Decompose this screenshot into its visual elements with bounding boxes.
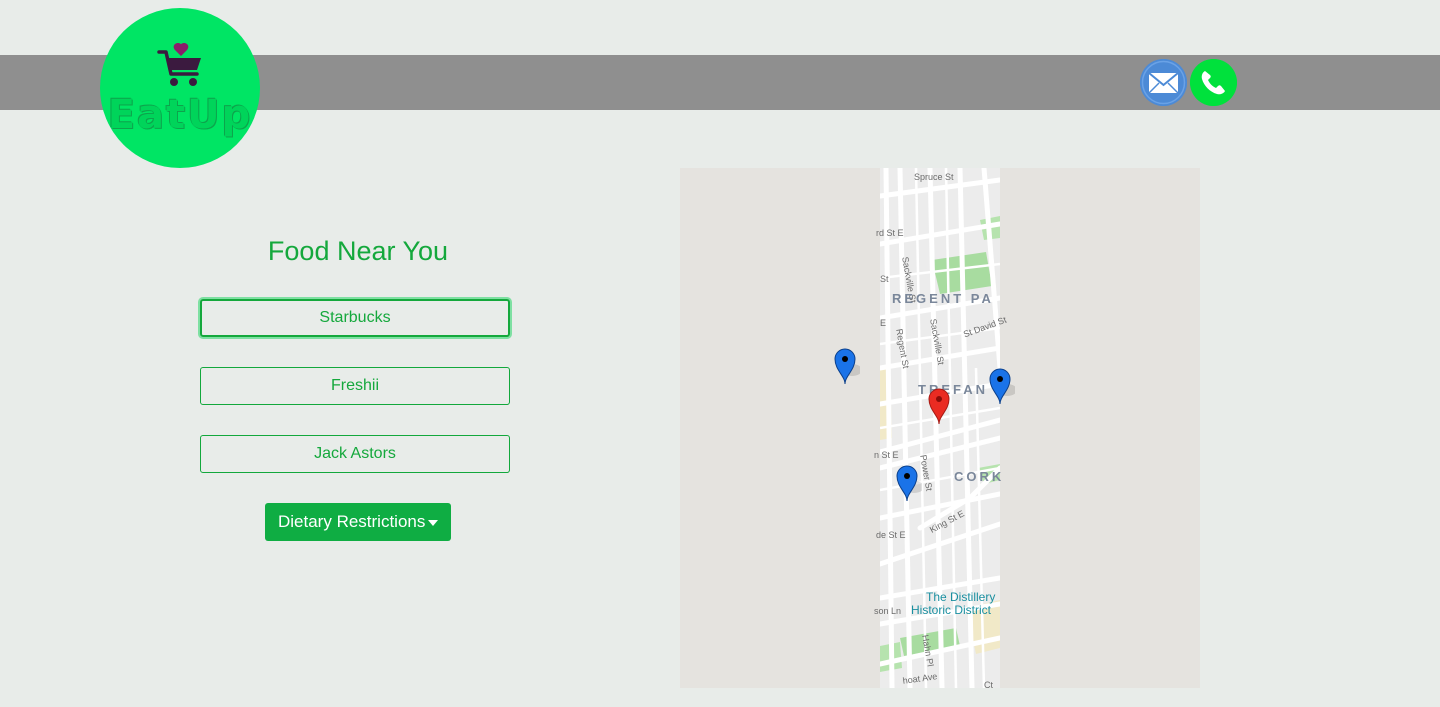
dietary-restrictions-dropdown[interactable]: Dietary Restrictions (265, 503, 451, 541)
phone-icon[interactable] (1190, 59, 1237, 106)
district-label: REGENT PA (892, 291, 994, 306)
page-title: Food Near You (267, 236, 449, 266)
place-button-freshii[interactable]: Freshii (200, 367, 510, 405)
street-label: rd St E (876, 228, 904, 238)
street-label: n St E (874, 450, 899, 460)
mail-icon[interactable] (1140, 59, 1187, 106)
marker-blue-2[interactable] (987, 366, 1015, 406)
eatup-logo[interactable]: EatUp (100, 8, 260, 168)
shopping-cart-heart-icon (157, 42, 201, 86)
street-label: Ct (984, 680, 993, 688)
marker-red-current[interactable] (926, 386, 954, 426)
dietary-restrictions-label: Dietary Restrictions (278, 512, 426, 531)
logo-text: EatUp (107, 92, 253, 138)
map-tiles: Spruce St rd St E Sackville St St E Rege… (874, 168, 1008, 688)
street-label: E (880, 318, 887, 328)
map-view[interactable]: Spruce St rd St E Sackville St St E Rege… (680, 168, 1200, 688)
district-label: CORK (954, 469, 1005, 484)
place-button-jack-astors[interactable]: Jack Astors (200, 435, 510, 473)
marker-blue-3[interactable] (894, 463, 922, 503)
street-label: Spruce St (914, 172, 954, 182)
poi-label: Historic District (911, 603, 991, 617)
marker-blue-1[interactable] (832, 346, 860, 386)
street-label: St (880, 274, 889, 284)
street-label: de St E (876, 530, 906, 540)
place-button-starbucks[interactable]: Starbucks (200, 299, 510, 337)
caret-down-icon (428, 520, 438, 526)
street-label: son Ln (874, 606, 902, 616)
